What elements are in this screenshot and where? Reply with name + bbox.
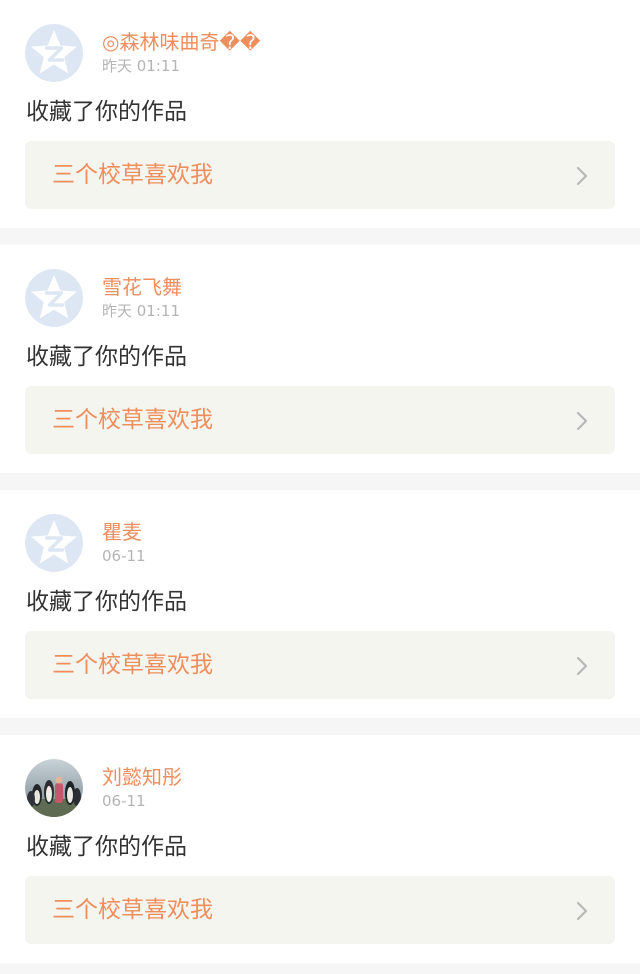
work-title: 三个校草喜欢我 bbox=[52, 652, 213, 678]
default-qzone-avatar-icon bbox=[25, 24, 83, 82]
chevron-right-icon bbox=[575, 655, 589, 677]
default-qzone-avatar-icon bbox=[25, 269, 83, 327]
notification-card: 刘懿知彤 06-11 收藏了你的作品 三个校草喜欢我 bbox=[0, 735, 640, 963]
chevron-right-icon bbox=[575, 165, 589, 187]
work-link-button[interactable]: 三个校草喜欢我 bbox=[25, 876, 615, 944]
notification-card: 瞿麦 06-11 收藏了你的作品 三个校草喜欢我 bbox=[0, 490, 640, 718]
notification-card: 雪花飞舞 昨天 01:11 收藏了你的作品 三个校草喜欢我 bbox=[0, 245, 640, 473]
default-qzone-avatar-icon bbox=[25, 514, 83, 572]
username[interactable]: 雪花飞舞 bbox=[102, 275, 182, 299]
username[interactable]: ◎森林味曲奇�� bbox=[102, 30, 260, 54]
timestamp: 昨天 01:11 bbox=[102, 302, 180, 320]
action-text: 收藏了你的作品 bbox=[26, 589, 187, 615]
user-avatar[interactable] bbox=[25, 269, 83, 327]
timestamp: 06-11 bbox=[102, 792, 146, 810]
work-link-button[interactable]: 三个校草喜欢我 bbox=[25, 141, 615, 209]
action-text: 收藏了你的作品 bbox=[26, 344, 187, 370]
work-title: 三个校草喜欢我 bbox=[52, 162, 213, 188]
timestamp: 06-11 bbox=[102, 547, 146, 565]
user-avatar[interactable] bbox=[25, 759, 83, 817]
work-title: 三个校草喜欢我 bbox=[52, 897, 213, 923]
notification-feed: ◎森林味曲奇�� 昨天 01:11 收藏了你的作品 三个校草喜欢我 雪花飞舞 昨… bbox=[0, 0, 640, 963]
action-text: 收藏了你的作品 bbox=[26, 99, 187, 125]
work-link-button[interactable]: 三个校草喜欢我 bbox=[25, 386, 615, 454]
chevron-right-icon bbox=[575, 900, 589, 922]
penguin-photo-avatar bbox=[25, 759, 83, 817]
user-avatar[interactable] bbox=[25, 24, 83, 82]
user-avatar[interactable] bbox=[25, 514, 83, 572]
timestamp: 昨天 01:11 bbox=[102, 57, 180, 75]
notification-card: ◎森林味曲奇�� 昨天 01:11 收藏了你的作品 三个校草喜欢我 bbox=[0, 0, 640, 228]
work-link-button[interactable]: 三个校草喜欢我 bbox=[25, 631, 615, 699]
username[interactable]: 瞿麦 bbox=[102, 520, 142, 544]
work-title: 三个校草喜欢我 bbox=[52, 407, 213, 433]
action-text: 收藏了你的作品 bbox=[26, 834, 187, 860]
username[interactable]: 刘懿知彤 bbox=[102, 765, 182, 789]
chevron-right-icon bbox=[575, 410, 589, 432]
